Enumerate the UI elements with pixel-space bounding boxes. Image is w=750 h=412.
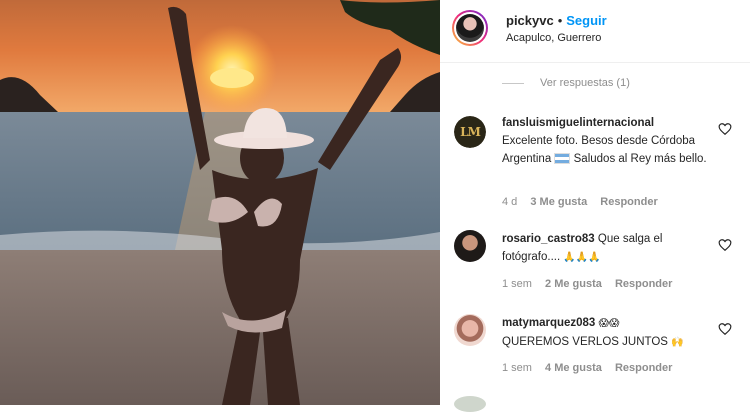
view-replies-label: Ver respuestas (1)	[540, 77, 630, 89]
comment-item: matymarquez083 😱😱 QUEREMOS VERLOS JUNTOS…	[440, 310, 750, 390]
commenter-avatar[interactable]	[454, 314, 486, 346]
commenter-username[interactable]: matymarquez083	[502, 317, 595, 329]
lm-logo: LM	[454, 116, 486, 148]
like-heart-icon[interactable]	[718, 322, 732, 336]
separator-dot: •	[557, 13, 563, 28]
like-heart-icon[interactable]	[718, 122, 732, 136]
author-line: pickyvc • Seguir	[506, 13, 607, 28]
post-location[interactable]: Acapulco, Guerrero	[506, 32, 601, 44]
sunset-beach-image	[0, 0, 440, 405]
comment-text: QUEREMOS VERLOS JUNTOS	[502, 336, 668, 348]
commenter-username[interactable]: rosario_castro83	[502, 233, 595, 245]
comments-panel: pickyvc • Seguir Acapulco, Guerrero Ver re…	[440, 0, 750, 412]
comment-meta: 1 sem 4 Me gusta Responder	[502, 362, 682, 374]
like-heart-icon[interactable]	[718, 238, 732, 252]
reply-button[interactable]: Responder	[600, 196, 657, 208]
comment-item: LM fansluismiguelinternacional Excelente…	[440, 110, 750, 210]
comment-body: matymarquez083 😱😱 QUEREMOS VERLOS JUNTOS…	[502, 314, 720, 352]
comment-likes[interactable]: 3 Me gusta	[530, 196, 587, 208]
partial-next-comment	[454, 396, 486, 412]
commenter-avatar[interactable]	[454, 230, 486, 262]
raised-hands-emoji: 🙌	[671, 337, 684, 348]
commenter-username[interactable]: fansluismiguelinternacional	[502, 114, 720, 132]
post-header: pickyvc • Seguir Acapulco, Guerrero	[440, 0, 750, 63]
post-photo[interactable]	[0, 0, 440, 405]
follow-button[interactable]: Seguir	[566, 13, 606, 28]
comment-body: rosario_castro83 Que salga el fotógrafo.…	[502, 230, 720, 267]
view-replies-link[interactable]: Ver respuestas (1)	[502, 77, 630, 91]
comment-likes[interactable]: 4 Me gusta	[545, 362, 602, 374]
pray-emoji: 🙏🙏🙏	[563, 252, 601, 263]
comment-likes[interactable]: 2 Me gusta	[545, 278, 602, 290]
argentina-flag-icon	[554, 153, 571, 165]
scream-emoji: 😱😱	[598, 318, 620, 329]
comment-item: rosario_castro83 Que salga el fotógrafo.…	[440, 226, 750, 306]
comment-meta: 4 d 3 Me gusta Responder	[502, 196, 668, 208]
comment-text-continued: Saludos al Rey más bello.	[573, 153, 707, 165]
comment-time[interactable]: 4 d	[502, 196, 517, 208]
reply-button[interactable]: Responder	[615, 362, 672, 374]
comment-time[interactable]: 1 sem	[502, 362, 532, 374]
author-avatar[interactable]	[452, 10, 488, 46]
reply-button[interactable]: Responder	[615, 278, 672, 290]
author-username[interactable]: pickyvc	[506, 13, 554, 28]
commenter-avatar[interactable]: LM	[454, 116, 486, 148]
replies-divider	[502, 82, 524, 84]
comment-body: fansluismiguelinternacional Excelente fo…	[502, 114, 720, 168]
comment-time[interactable]: 1 sem	[502, 278, 532, 290]
comment-meta: 1 sem 2 Me gusta Responder	[502, 278, 682, 290]
